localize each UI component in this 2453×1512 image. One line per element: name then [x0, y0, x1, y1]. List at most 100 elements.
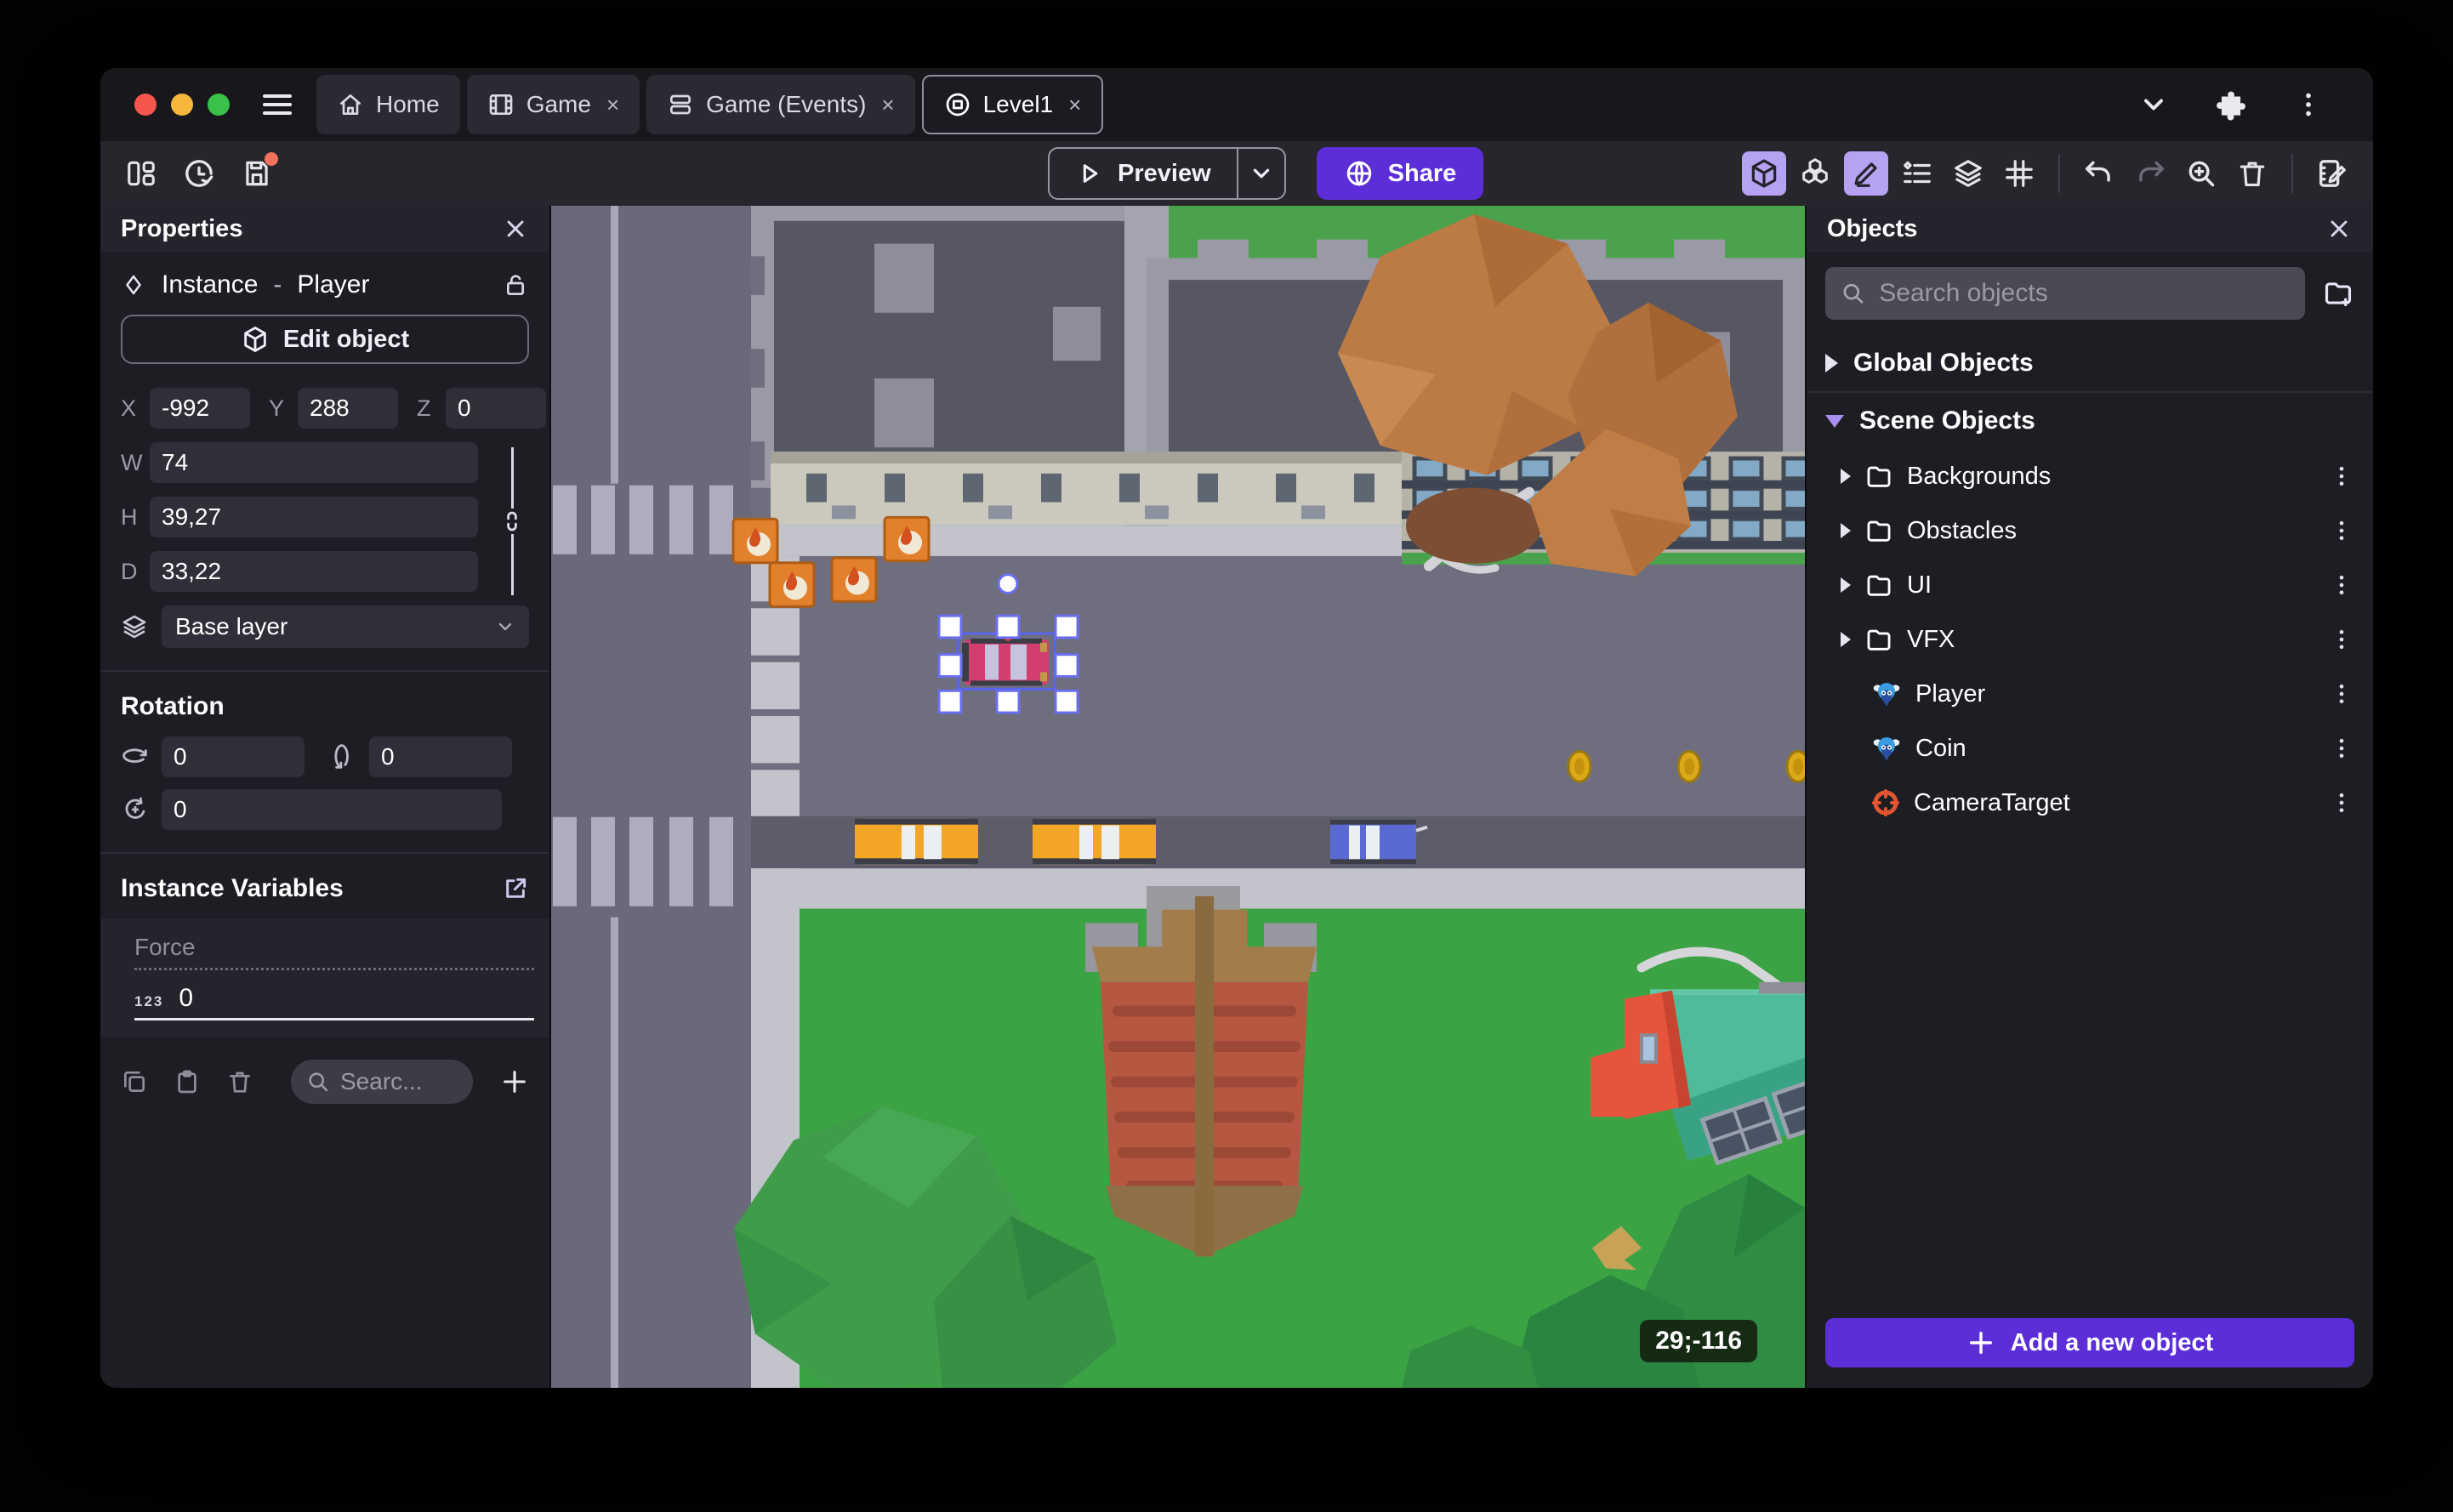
paste-icon[interactable]: [174, 1068, 201, 1095]
close-tab-icon[interactable]: ×: [606, 92, 619, 118]
kebab-menu-icon[interactable]: [2329, 736, 2354, 761]
x-field[interactable]: [150, 388, 250, 429]
layers-panel-button[interactable]: [1946, 151, 1990, 196]
tab-home[interactable]: Home: [316, 75, 460, 134]
variable-name[interactable]: Force: [134, 934, 534, 970]
global-objects-group[interactable]: Global Objects: [1807, 335, 2373, 391]
toggle-grid-button[interactable]: [1997, 151, 2041, 196]
preview-label: Preview: [1118, 159, 1211, 187]
close-tab-icon[interactable]: ×: [881, 92, 894, 118]
object-label: Coin: [1915, 734, 1966, 762]
scene-icon: [944, 91, 971, 118]
height-field[interactable]: [150, 497, 478, 537]
object-folder-backgrounds[interactable]: Backgrounds: [1807, 449, 2373, 503]
close-window-button[interactable]: [134, 94, 157, 116]
maximize-window-button[interactable]: [208, 94, 230, 116]
object-coin[interactable]: Coin: [1807, 721, 2373, 776]
editor-tabs: Home Game × Game (Events) × Level1 ×: [316, 68, 1104, 141]
link-line: [510, 447, 514, 509]
edit-mode-button[interactable]: [1844, 151, 1888, 196]
hamburger-icon: [260, 88, 294, 122]
objects-search[interactable]: [1825, 267, 2305, 320]
toggle-3d-view-button[interactable]: [1742, 151, 1786, 196]
chevron-down-icon[interactable]: [2138, 89, 2169, 120]
kebab-menu-icon[interactable]: [2329, 627, 2354, 652]
objects-panel-button[interactable]: [1793, 151, 1837, 196]
camera-target-icon: [1872, 789, 1899, 816]
rotate-x-icon: [121, 742, 150, 771]
depth-field[interactable]: [150, 551, 478, 592]
main-menu-button[interactable]: [253, 81, 301, 128]
y-label: Y: [269, 395, 285, 421]
trash-icon[interactable]: [226, 1068, 253, 1095]
object-player[interactable]: Player: [1807, 667, 2373, 721]
edit-object-button[interactable]: Edit object: [121, 315, 529, 364]
minimize-window-button[interactable]: [171, 94, 193, 116]
kebab-menu-icon[interactable]: [2329, 463, 2354, 489]
object-folder-vfx[interactable]: VFX: [1807, 612, 2373, 667]
rotation-handle[interactable]: [997, 573, 1019, 594]
toolbar-center-group: Preview Share: [1048, 147, 1484, 200]
save-button[interactable]: [235, 151, 279, 196]
taxi-car[interactable]: [855, 818, 978, 865]
preview-options-button[interactable]: [1236, 149, 1284, 198]
tab-level1[interactable]: Level1 ×: [921, 75, 1104, 134]
open-variables-editor-button[interactable]: [502, 875, 529, 902]
zoom-in-button[interactable]: [2179, 151, 2223, 196]
copy-icon[interactable]: [121, 1068, 148, 1095]
object-folder-obstacles[interactable]: Obstacles: [1807, 503, 2373, 558]
redo-button[interactable]: [2128, 151, 2172, 196]
scene-objects-group[interactable]: Scene Objects: [1807, 393, 2373, 449]
rotate-z-icon: [121, 795, 150, 824]
instance-diamond-icon: [121, 272, 146, 298]
scene-properties-button[interactable]: [2310, 151, 2354, 196]
variables-search[interactable]: [291, 1060, 473, 1104]
layers-icon: [121, 613, 148, 640]
width-row: W: [121, 442, 490, 483]
variables-search-input[interactable]: [340, 1068, 442, 1095]
y-field[interactable]: [298, 388, 398, 429]
kebab-menu-icon[interactable]: [2293, 89, 2324, 120]
kebab-menu-icon[interactable]: [2329, 681, 2354, 707]
add-folder-icon[interactable]: [2322, 277, 2354, 310]
kebab-menu-icon[interactable]: [2329, 790, 2354, 816]
rotation-y-field[interactable]: [369, 736, 512, 777]
close-tab-icon[interactable]: ×: [1068, 92, 1081, 118]
open-panels-button[interactable]: [119, 151, 163, 196]
kebab-menu-icon[interactable]: [2329, 518, 2354, 543]
water-tower[interactable]: [1085, 885, 1317, 1257]
objects-search-input[interactable]: [1879, 279, 2290, 308]
proportional-resize-toggle[interactable]: [497, 447, 527, 595]
layer-select[interactable]: Base layer: [162, 605, 529, 648]
version-history-button[interactable]: [177, 151, 221, 196]
tab-label: Game: [526, 91, 591, 117]
tab-game-events[interactable]: Game (Events) ×: [646, 75, 915, 134]
delete-button[interactable]: [2230, 151, 2274, 196]
folder-icon: [1864, 516, 1893, 545]
selected-instance-row: Instance - Player: [100, 252, 549, 306]
width-field[interactable]: [150, 442, 478, 483]
instances-list-button[interactable]: [1895, 151, 1939, 196]
object-folder-ui[interactable]: UI: [1807, 558, 2373, 612]
close-panel-button[interactable]: [2325, 215, 2353, 242]
rotation-x-field[interactable]: [162, 736, 304, 777]
extensions-icon[interactable]: [2215, 88, 2247, 121]
kebab-menu-icon[interactable]: [2329, 572, 2354, 598]
add-new-object-button[interactable]: Add a new object: [1825, 1318, 2354, 1367]
unlock-icon[interactable]: [502, 271, 529, 298]
preview-button[interactable]: Preview: [1050, 149, 1237, 198]
rotation-z-field[interactable]: [162, 789, 502, 830]
object-camera-target[interactable]: CameraTarget: [1807, 776, 2373, 830]
add-variable-button[interactable]: [500, 1067, 529, 1096]
tab-game[interactable]: Game ×: [466, 75, 640, 134]
panel-title: Properties: [121, 214, 243, 242]
blue-car[interactable]: [1330, 819, 1428, 865]
play-icon: [1075, 159, 1104, 188]
share-button[interactable]: Share: [1316, 147, 1484, 200]
taxi-car[interactable]: [1033, 818, 1156, 865]
close-panel-button[interactable]: [502, 215, 529, 242]
undo-button[interactable]: [2077, 151, 2121, 196]
scene-editor-canvas[interactable]: 29;-116: [551, 206, 1805, 1388]
variable-value[interactable]: 0: [179, 984, 193, 1013]
z-field[interactable]: [446, 388, 546, 429]
